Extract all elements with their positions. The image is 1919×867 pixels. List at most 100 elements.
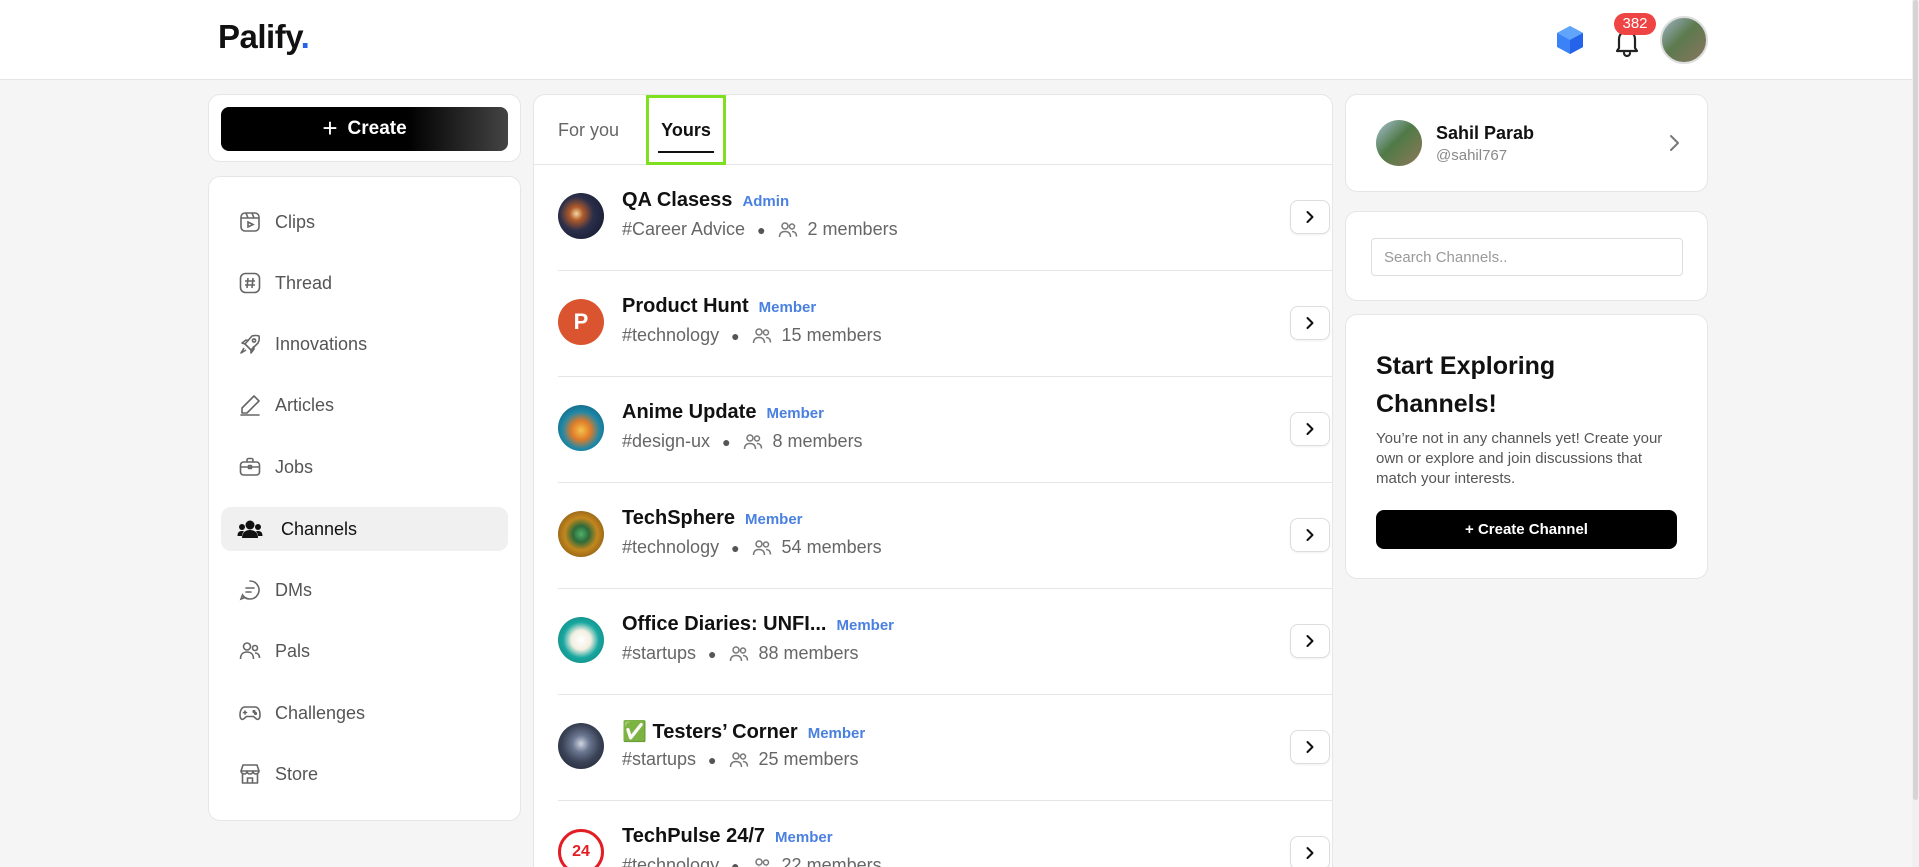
members-icon bbox=[752, 539, 771, 555]
create-button-label: Create bbox=[347, 118, 407, 139]
open-channel-button[interactable] bbox=[1290, 412, 1330, 446]
chevron-right-icon bbox=[1306, 635, 1314, 647]
search-panel bbox=[1345, 211, 1708, 301]
channel-tag: #design-ux bbox=[622, 431, 711, 451]
open-channel-button[interactable] bbox=[1290, 836, 1330, 867]
channel-member-count: 25 members bbox=[758, 749, 859, 769]
sidebar-item-label: DMs bbox=[275, 579, 312, 600]
channel-avatar: P bbox=[558, 299, 604, 345]
sidebar-item-label: Articles bbox=[275, 394, 335, 415]
chevron-right-icon bbox=[1306, 741, 1314, 753]
channel-role-badge: Member bbox=[745, 511, 803, 528]
create-channel-button[interactable]: + Create Channel bbox=[1376, 510, 1677, 549]
notification-count-badge: 382 bbox=[1614, 13, 1656, 35]
tab-yours-label: Yours bbox=[661, 119, 711, 140]
channel-row[interactable]: P Product Hunt Member #technology ● 15 me… bbox=[558, 271, 1332, 377]
channel-avatar bbox=[558, 405, 604, 451]
channel-member-count: 22 members bbox=[781, 855, 882, 867]
chat-icon bbox=[237, 577, 263, 603]
channel-row[interactable]: QA Clasess Admin #Career Advice ● 2 membe… bbox=[558, 165, 1332, 271]
channel-name: Anime Update Member bbox=[622, 401, 824, 423]
palify-logo[interactable]: Palify. bbox=[218, 18, 310, 56]
header-avatar[interactable] bbox=[1660, 16, 1708, 64]
channel-member-count: 2 members bbox=[807, 219, 898, 239]
channel-name: TechSphere Member bbox=[622, 507, 803, 529]
channel-meta: #technology ● 54 members bbox=[622, 537, 882, 557]
sidebar-item-label: Jobs bbox=[275, 456, 314, 477]
explore-description: You’re not in any channels yet! Create y… bbox=[1376, 430, 1663, 487]
open-channel-button[interactable] bbox=[1290, 730, 1330, 764]
channel-role-badge: Member bbox=[766, 405, 824, 422]
members-icon bbox=[729, 645, 748, 661]
sidebar-item-articles[interactable]: Articles bbox=[221, 383, 508, 427]
channel-name: ✅ Testers’ Corner Member bbox=[622, 721, 866, 743]
sidebar-item-channels[interactable]: Channels bbox=[221, 507, 508, 551]
sidebar-item-thread[interactable]: Thread bbox=[221, 261, 508, 305]
channel-row[interactable]: Anime Update Member #design-ux ● 8 member… bbox=[558, 377, 1332, 483]
channel-avatar bbox=[558, 617, 604, 663]
open-channel-button[interactable] bbox=[1290, 624, 1330, 658]
feed-tabs: For you Yours bbox=[534, 95, 1332, 165]
users-icon bbox=[237, 516, 263, 542]
channel-tag: #startups bbox=[622, 749, 697, 769]
profile-name: Sahil Parab bbox=[1436, 123, 1535, 143]
channel-role-badge: Member bbox=[836, 617, 895, 634]
channel-name: TechPulse 24/7 Member bbox=[622, 825, 833, 847]
channel-tag: #technology bbox=[622, 537, 720, 557]
channel-avatar bbox=[558, 723, 604, 769]
briefcase-icon bbox=[237, 454, 263, 480]
open-channel-button[interactable] bbox=[1290, 306, 1330, 340]
profile-handle: @sahil767 bbox=[1436, 147, 1508, 164]
tab-yours[interactable]: Yours bbox=[646, 95, 726, 165]
members-icon bbox=[743, 433, 762, 449]
sidebar-item-label: Innovations bbox=[275, 333, 368, 354]
channel-meta: #technology ● 15 members bbox=[622, 325, 882, 345]
tab-for-you[interactable]: For you bbox=[558, 95, 619, 165]
channel-tag: #startups bbox=[622, 643, 697, 663]
channel-role-badge: Member bbox=[807, 725, 866, 742]
members-icon bbox=[752, 327, 771, 343]
channel-member-count: 54 members bbox=[781, 537, 882, 557]
sidebar-item-innovations[interactable]: Innovations bbox=[221, 322, 508, 366]
sidebar-item-pals[interactable]: Pals bbox=[221, 629, 508, 673]
channel-name: Product Hunt Member bbox=[622, 295, 817, 317]
sidebar-item-label: Pals bbox=[275, 640, 311, 661]
create-button[interactable]: + Create bbox=[221, 107, 508, 151]
sidebar-item-label: Clips bbox=[275, 211, 316, 232]
sidebar-item-clips[interactable]: Clips bbox=[221, 200, 508, 244]
sidebar-item-dms[interactable]: DMs bbox=[221, 568, 508, 612]
open-channel-button[interactable] bbox=[1290, 518, 1330, 552]
channel-row[interactable]: TechSphere Member #technology ● 54 member… bbox=[558, 483, 1332, 589]
channel-tag: #technology bbox=[622, 325, 720, 345]
profile-card[interactable]: Sahil Parab @sahil767 bbox=[1345, 94, 1708, 192]
active-tab-underline bbox=[658, 151, 714, 153]
explore-card: Start Exploring Channels! You’re not in … bbox=[1345, 314, 1708, 579]
chevron-right-icon[interactable] bbox=[1662, 131, 1686, 155]
channel-row[interactable]: 24 TechPulse 24/7 Member #technology ● 22… bbox=[558, 801, 1332, 867]
channel-avatar: 24 bbox=[558, 829, 604, 867]
sidebar-item-challenges[interactable]: Challenges bbox=[221, 691, 508, 735]
page-scrollbar-thumb[interactable] bbox=[1913, 0, 1918, 800]
channel-avatar bbox=[558, 193, 604, 239]
profile-avatar[interactable] bbox=[1376, 120, 1422, 166]
channel-meta: #Career Advice ● 2 members bbox=[622, 219, 898, 239]
open-channel-button[interactable] bbox=[1290, 200, 1330, 234]
search-channels-input[interactable] bbox=[1371, 238, 1683, 276]
gamepad-icon bbox=[237, 700, 263, 726]
channel-tag: #technology bbox=[622, 855, 720, 867]
sidebar-item-jobs[interactable]: Jobs bbox=[221, 445, 508, 489]
channel-name: QA Clasess Admin bbox=[622, 189, 790, 211]
channel-meta: #technology ● 22 members bbox=[622, 855, 882, 867]
channel-row[interactable]: ✅ Testers’ Corner Member #startups ● 25 m… bbox=[558, 695, 1332, 801]
channel-role-badge: Member bbox=[775, 829, 833, 846]
chevron-right-icon bbox=[1306, 847, 1314, 859]
channel-row[interactable]: Office Diaries: UNFI... Member #startups … bbox=[558, 589, 1332, 695]
sidebar-item-label: Channels bbox=[281, 518, 358, 539]
pals-icon bbox=[237, 638, 263, 664]
sidebar-item-store[interactable]: Store bbox=[221, 752, 508, 796]
chevron-right-icon bbox=[1306, 211, 1314, 223]
sidebar-nav: Clips Thread Innovations Articles Jobs C… bbox=[208, 176, 521, 821]
gem-icon[interactable] bbox=[1554, 24, 1586, 56]
channel-avatar bbox=[558, 511, 604, 557]
chevron-right-icon bbox=[1306, 529, 1314, 541]
